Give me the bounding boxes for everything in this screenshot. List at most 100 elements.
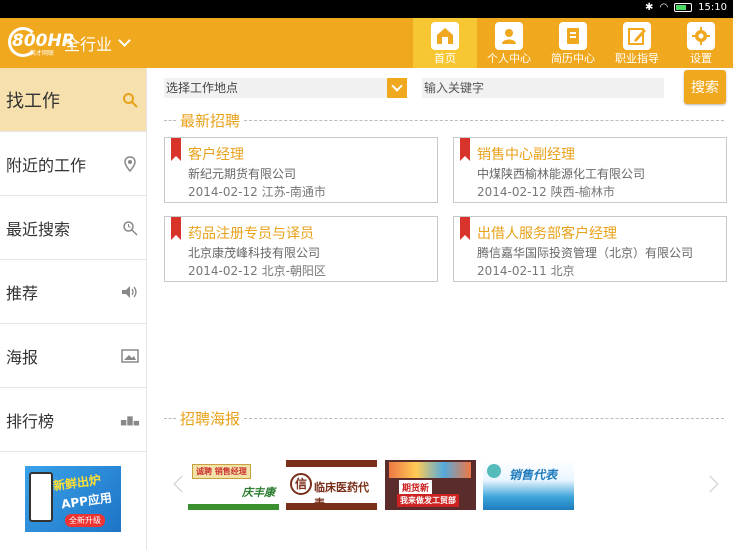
job-location: 江苏-南通市 [261,185,326,199]
poster-item[interactable]: 期货新 我来做发工贸部 [385,460,476,510]
posters-header: 招聘海报 [164,408,724,428]
recent-search-icon [120,218,140,238]
job-location: 北京-朝阳区 [261,264,326,278]
job-date: 2014-02-12 [188,185,258,199]
latest-jobs-header: 最新招聘 [164,110,724,130]
job-company: 中煤陕西榆林能源化工有限公司 [477,167,646,181]
speaker-icon [120,282,140,302]
location-select[interactable]: 选择工作地点 [164,78,407,98]
search-icon [120,90,140,110]
logo[interactable]: 800HR 英才网联 全行业 [8,26,131,60]
job-company: 新纪元期货有限公司 [188,167,297,181]
top-nav: 首页 个人中心 简历中心 职业指导 设置 [413,18,733,68]
keyword-input[interactable] [422,78,664,98]
nav-personal-center[interactable]: 个人中心 [477,18,541,68]
job-date: 2014-02-12 [477,185,547,199]
section-title: 招聘海报 [180,409,241,428]
chevron-down-icon [391,80,403,92]
app-promo-banner[interactable]: 新鲜出炉 APP应用 全新升级 [25,466,121,532]
job-location: 北京 [550,264,575,278]
nav-home-label: 首页 [434,52,456,65]
sidebar-item-label: 找工作 [6,90,60,112]
nav-settings[interactable]: 设置 [669,18,733,68]
sidebar-item-recent-search[interactable]: 最近搜索 [0,196,146,260]
nav-career-guide[interactable]: 职业指导 [605,18,669,68]
location-pin-icon [120,154,140,174]
job-title: 药品注册专员与译员 [188,226,314,242]
poster-photo-strip [389,462,471,478]
resume-icon [559,22,587,50]
sidebar-item-find-job[interactable]: 找工作 [0,68,146,132]
job-card[interactable]: 药品注册专员与译员 北京康茂峰科技有限公司 2014-02-12 北京-朝阳区 [164,216,438,282]
job-date: 2014-02-12 [188,264,258,278]
sidebar-item-nearby-jobs[interactable]: 附近的工作 [0,132,146,196]
new-ribbon-icon [460,138,470,161]
job-card[interactable]: 销售中心副经理 中煤陕西榆林能源化工有限公司 2014-02-12 陕西-榆林市 [453,137,727,203]
search-button[interactable]: 搜索 [684,70,726,104]
phone-illustration [29,472,53,522]
job-title: 销售中心副经理 [477,147,575,163]
nav-personal-center-label: 个人中心 [487,52,531,65]
poster-logo [487,464,501,478]
job-card[interactable]: 出借人服务部客户经理 腾信嘉华国际投资管理（北京）有限公司 2014-02-11… [453,216,727,282]
poster-item[interactable]: 诚聘 销售经理 庆丰康 [188,460,279,510]
chevron-right-icon[interactable] [701,475,719,493]
nav-resume-center[interactable]: 简历中心 [541,18,605,68]
job-date: 2014-02-11 [477,264,547,278]
podium-icon [120,410,140,430]
logo-mark: 800HR 英才网联 [8,27,75,59]
job-title: 客户经理 [188,147,244,163]
sidebar-item-label: 最近搜索 [6,219,71,239]
status-time: 15:10 [698,2,727,13]
location-dropdown-button[interactable] [387,78,407,98]
gear-icon [687,22,715,50]
poster-text: 我来做发工贸部 [397,494,459,507]
search-row: 选择工作地点 搜索 [164,70,730,104]
poster-item[interactable]: 信 临床医药代表 [286,460,377,510]
new-ribbon-icon [460,217,470,240]
sidebar-item-label: 海报 [6,347,39,367]
chevron-down-icon [118,34,131,47]
poster-icon [120,346,140,366]
battery-icon [674,3,693,12]
poster-carousel: 诚聘 销售经理 庆丰康 信 临床医药代表 期货新 我来做发工贸部 销售代表 [164,452,730,518]
job-location: 陕西-榆林市 [550,185,615,199]
poster-text: 信 [290,473,312,495]
job-meta: 2014-02-12 陕西-榆林市 [477,183,615,200]
job-title: 出借人服务部客户经理 [477,226,617,242]
nav-career-guide-label: 职业指导 [615,52,659,65]
sidebar-item-label: 附近的工作 [6,155,87,175]
status-bar: ✱ ◠ 15:10 [0,0,733,18]
poster-text: 诚聘 销售经理 [192,464,251,479]
job-meta: 2014-02-12 江苏-南通市 [188,183,326,200]
poster-text: 期货新 [399,480,433,495]
sidebar-item-poster[interactable]: 海报 [0,324,146,388]
nav-settings-label: 设置 [690,52,712,65]
sidebar: 找工作 附近的工作 最近搜索 推荐 海报 排行榜 新鲜出炉 APP应用 全新升级 [0,68,147,550]
new-ribbon-icon [171,217,181,240]
wifi-icon: ◠ [659,2,669,13]
job-meta: 2014-02-11 北京 [477,262,575,279]
poster-text: 销售代表 [509,468,558,482]
poster-text: 临床医药代表 [314,481,369,510]
job-meta: 2014-02-12 北京-朝阳区 [188,262,326,279]
logo-subtitle: 英才网联 [30,50,55,57]
nav-resume-center-label: 简历中心 [551,52,595,65]
job-company: 北京康茂峰科技有限公司 [188,246,321,260]
sidebar-item-label: 排行榜 [6,411,55,431]
job-card[interactable]: 客户经理 新纪元期货有限公司 2014-02-12 江苏-南通市 [164,137,438,203]
poster-text: 庆丰康 [242,486,275,499]
nav-home[interactable]: 首页 [413,18,477,68]
app-header: 800HR 英才网联 全行业 首页 个人中心 简历中心 职业指导 设置 [0,18,733,68]
person-icon [495,22,523,50]
location-select-label: 选择工作地点 [166,81,239,95]
home-icon [431,22,459,50]
sidebar-item-label: 推荐 [6,283,39,303]
job-company: 腾信嘉华国际投资管理（北京）有限公司 [477,246,694,260]
sidebar-item-ranking[interactable]: 排行榜 [0,388,146,452]
bluetooth-icon: ✱ [645,2,654,13]
new-ribbon-icon [171,138,181,161]
sidebar-item-recommend[interactable]: 推荐 [0,260,146,324]
poster-item[interactable]: 销售代表 [483,460,574,510]
edit-icon [623,22,651,50]
